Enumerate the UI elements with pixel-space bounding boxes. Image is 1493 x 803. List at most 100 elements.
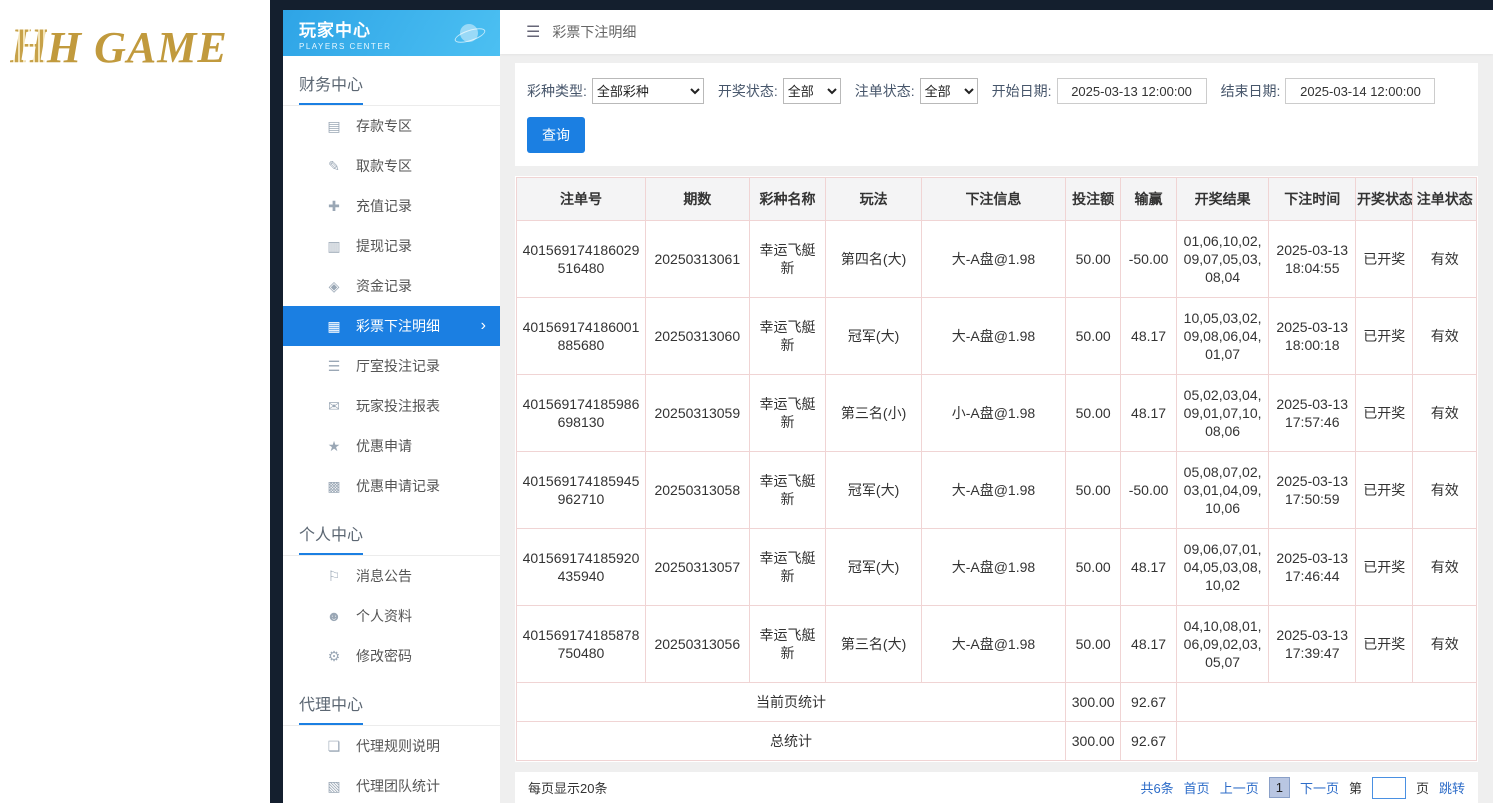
period-cell: 20250313060 <box>645 298 749 375</box>
sidebar-item-label: 充值记录 <box>356 196 412 216</box>
pagination-bar: 每页显示20条 共6条 首页 上一页 1 下一页 第 页 跳转 <box>515 772 1478 803</box>
lottery-name-cell: 幸运飞艇新 <box>749 375 826 452</box>
sidebar-item-funds-record[interactable]: ◈资金记录 <box>283 266 500 306</box>
table-header-row: 注单号期数彩种名称玩法下注信息投注额输赢开奖结果下注时间开奖状态注单状态 <box>517 178 1477 221</box>
sidebar-item-label: 优惠申请 <box>356 436 412 456</box>
draw-status-cell: 已开奖 <box>1356 529 1413 606</box>
result-cell: 04,10,08,01,06,09,02,03,05,07 <box>1176 606 1269 683</box>
lottery-name-cell: 幸运飞艇新 <box>749 221 826 298</box>
summary-label-cell: 总统计 <box>517 722 1066 761</box>
brand-logo-text: H GAME <box>47 23 228 72</box>
play-cell: 第三名(大) <box>826 606 922 683</box>
bet-time-cell: 2025-03-13 18:04:55 <box>1269 221 1356 298</box>
bet-status-cell: 有效 <box>1413 298 1477 375</box>
team-icon: ▧ <box>325 778 343 795</box>
end-date-input[interactable] <box>1285 78 1435 104</box>
start-date-label: 开始日期: <box>992 81 1052 101</box>
jump-page-input[interactable] <box>1372 777 1406 799</box>
winloss-cell: 48.17 <box>1121 298 1176 375</box>
message-icon: ⚐ <box>325 568 343 585</box>
table-row: 40156917418600188568020250313060幸运飞艇新冠军(… <box>517 298 1477 375</box>
query-button[interactable]: 查询 <box>527 117 585 153</box>
first-page-link[interactable]: 首页 <box>1184 778 1210 797</box>
chevron-right-icon: › <box>481 317 486 335</box>
sidebar-subtitle: PLAYERS CENTER <box>299 42 391 51</box>
jump-label-prefix: 第 <box>1349 778 1362 797</box>
summary-winloss-cell: 92.67 <box>1121 722 1176 761</box>
bet-id-cell: 401569174185920435940 <box>517 529 646 606</box>
sidebar-item-promo-apply-record[interactable]: ▩优惠申请记录 <box>283 466 500 506</box>
jump-button[interactable]: 跳转 <box>1439 778 1465 797</box>
play-cell: 冠军(大) <box>826 529 922 606</box>
sidebar-item-label: 代理规则说明 <box>356 736 440 756</box>
sidebar-item-lottery-bet-detail[interactable]: ▦彩票下注明细› <box>283 306 500 346</box>
sidebar-item-deposit-zone[interactable]: ▤ 存款专区 <box>283 106 500 146</box>
next-page-link[interactable]: 下一页 <box>1300 778 1339 797</box>
prev-page-link[interactable]: 上一页 <box>1220 778 1259 797</box>
withdraw-icon: ✎ <box>325 158 343 175</box>
sidebar-item-recharge-record[interactable]: ✚ 充值记录 <box>283 186 500 226</box>
sidebar-item-label: 厅室投注记录 <box>356 356 440 376</box>
sidebar-item-cashout-record[interactable]: ▥提现记录 <box>283 226 500 266</box>
lottery-name-cell: 幸运飞艇新 <box>749 529 826 606</box>
sidebar-item-player-bet-report[interactable]: ✉玩家投注报表 <box>283 386 500 426</box>
period-cell: 20250313059 <box>645 375 749 452</box>
sidebar-item-personal-profile[interactable]: ☻个人资料 <box>283 596 500 636</box>
sidebar-item-change-password[interactable]: ⚙修改密码 <box>283 636 500 676</box>
table-row: 40156917418587875048020250313056幸运飞艇新第三名… <box>517 606 1477 683</box>
sidebar-item-message-board[interactable]: ⚐消息公告 <box>283 556 500 596</box>
sidebar-item-agent-rules[interactable]: ❏代理规则说明 <box>283 726 500 766</box>
sidebar-header: 玩家中心 PLAYERS CENTER <box>283 10 500 56</box>
end-date-label: 结束日期: <box>1221 81 1281 101</box>
bet-status-label: 注单状态: <box>855 81 915 101</box>
deposit-icon: ▤ <box>325 118 343 135</box>
promo-icon: ★ <box>325 438 343 455</box>
amount-cell: 50.00 <box>1065 606 1120 683</box>
summary-empty-cell <box>1176 722 1476 761</box>
sidebar-item-promo-apply[interactable]: ★ 优惠申请 <box>283 426 500 466</box>
vertical-divider <box>270 0 283 803</box>
sidebar-item-label: 提现记录 <box>356 236 412 256</box>
amount-cell: 50.00 <box>1065 529 1120 606</box>
table-row: 40156917418594596271020250313058幸运飞艇新冠军(… <box>517 452 1477 529</box>
sidebar-item-label: 存款专区 <box>356 116 412 136</box>
title-bar: ☰ 彩票下注明细 <box>500 10 1493 54</box>
bet-time-cell: 2025-03-13 18:00:18 <box>1269 298 1356 375</box>
current-page-indicator[interactable]: 1 <box>1269 777 1290 798</box>
period-cell: 20250313058 <box>645 452 749 529</box>
draw-status-label: 开奖状态: <box>718 81 778 101</box>
draw-status-cell: 已开奖 <box>1356 221 1413 298</box>
result-cell: 01,06,10,02,09,07,05,03,08,04 <box>1176 221 1269 298</box>
password-icon: ⚙ <box>325 648 343 665</box>
hall-icon: ☰ <box>325 358 343 375</box>
bet-status-cell: 有效 <box>1413 375 1477 452</box>
play-cell: 第三名(小) <box>826 375 922 452</box>
result-cell: 05,08,07,02,03,01,04,09,10,06 <box>1176 452 1269 529</box>
bet-info-cell: 大-A盘@1.98 <box>921 529 1065 606</box>
jump-label-suffix: 页 <box>1416 778 1429 797</box>
sidebar-item-label: 优惠申请记录 <box>356 476 440 496</box>
sidebar-item-agent-team-stats[interactable]: ▧代理团队统计 <box>283 766 500 803</box>
bet-info-cell: 大-A盘@1.98 <box>921 452 1065 529</box>
page-title: 彩票下注明细 <box>552 22 636 42</box>
sidebar-item-withdraw-zone[interactable]: ✎取款专区 <box>283 146 500 186</box>
lottery-icon: ▦ <box>325 318 343 335</box>
bet-time-cell: 2025-03-13 17:57:46 <box>1269 375 1356 452</box>
lottery-type-select[interactable]: 全部彩种 <box>592 78 704 104</box>
bet-id-cell: 401569174185878750480 <box>517 606 646 683</box>
start-date-input[interactable] <box>1057 78 1207 104</box>
sidebar-section-title: 代理中心 <box>283 676 500 726</box>
sidebar-item-hall-bet-record[interactable]: ☰ 厅室投注记录 <box>283 346 500 386</box>
bet-status-select[interactable]: 全部 <box>920 78 978 104</box>
bet-info-cell: 小-A盘@1.98 <box>921 375 1065 452</box>
main-area: ☰ 彩票下注明细 彩种类型: 全部彩种 开奖状态: <box>500 10 1493 803</box>
draw-status-select[interactable]: 全部 <box>783 78 841 104</box>
bet-status-cell: 有效 <box>1413 529 1477 606</box>
amount-cell: 50.00 <box>1065 221 1120 298</box>
menu-toggle-icon[interactable]: ☰ <box>526 22 540 42</box>
column-header: 输赢 <box>1121 178 1176 221</box>
bet-status-cell: 有效 <box>1413 606 1477 683</box>
sidebar-section-title: 个人中心 <box>283 506 500 556</box>
result-cell: 05,02,03,04,09,01,07,10,08,06 <box>1176 375 1269 452</box>
recharge-icon: ✚ <box>325 198 343 215</box>
